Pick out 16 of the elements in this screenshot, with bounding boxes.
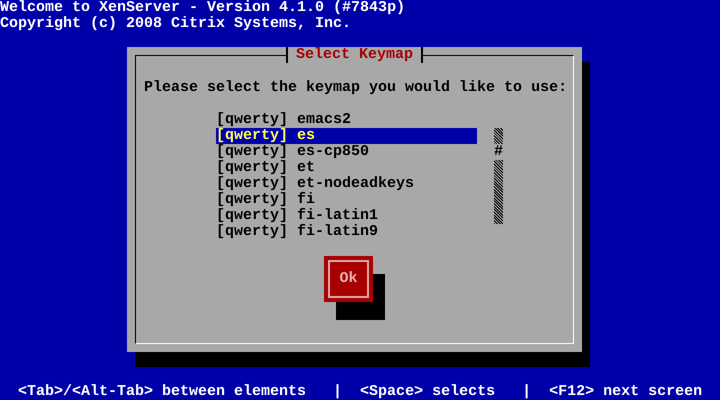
scrollbar[interactable]: # bbox=[494, 128, 503, 224]
keymap-item[interactable]: [qwerty] fi bbox=[216, 192, 477, 208]
keymap-item[interactable]: [qwerty] es-cp850 bbox=[216, 144, 477, 160]
keymap-item[interactable]: [qwerty] es bbox=[216, 128, 477, 144]
keymap-item[interactable]: [qwerty] fi-latin9 bbox=[216, 224, 477, 240]
scrollbar-thumb[interactable]: # bbox=[494, 144, 503, 160]
header-text: Copyright (c) 2008 Citrix Systems, Inc. bbox=[0, 16, 352, 32]
keymap-item[interactable]: [qwerty] et-nodeadkeys bbox=[216, 176, 477, 192]
keymap-item[interactable]: [qwerty] et bbox=[216, 160, 477, 176]
status-help-text: <Tab>/<Alt-Tab> between elements | <Space> selects | <F12> next screen bbox=[18, 384, 702, 400]
ok-button[interactable]: Ok bbox=[324, 256, 373, 302]
dialog-title: Select Keymap bbox=[286, 47, 424, 63]
keymap-item[interactable]: [qwerty] emacs2 bbox=[216, 112, 477, 128]
prompt-text: Please select the keymap you would like to use: bbox=[144, 80, 568, 96]
keymap-item[interactable]: [qwerty] fi-latin1 bbox=[216, 208, 477, 224]
header-text: Welcome to XenServer - Version 4.1.0 (#7843p) bbox=[0, 0, 406, 16]
